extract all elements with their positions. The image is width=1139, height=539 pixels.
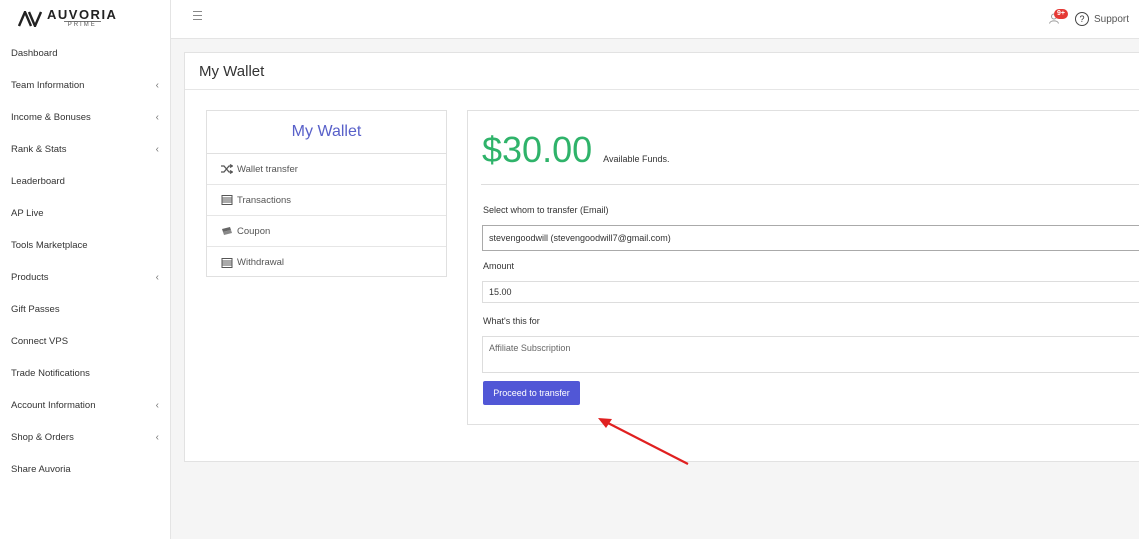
transfer-form: $30.00 Available Funds. Select whom to t… bbox=[467, 110, 1139, 425]
wallet-menu-title: My Wallet bbox=[207, 111, 446, 154]
sidebar-item-shop-orders[interactable]: Shop & Orders ‹ bbox=[0, 421, 171, 453]
sidebar-item-label: Rank & Stats bbox=[11, 143, 67, 155]
sidebar-item-gift-passes[interactable]: Gift Passes bbox=[0, 293, 171, 325]
brand-logo[interactable]: AUVORIA PRIME bbox=[18, 7, 118, 29]
sidebar-item-trade-notifications[interactable]: Trade Notifications bbox=[0, 357, 171, 389]
menu-item-label: Transactions bbox=[237, 194, 292, 206]
sidebar-item-label: Connect VPS bbox=[11, 335, 69, 347]
sidebar-item-leaderboard[interactable]: Leaderboard bbox=[0, 165, 171, 197]
notification-badge[interactable]: 9+ bbox=[1054, 9, 1068, 19]
amount-input[interactable]: 15.00 bbox=[482, 281, 1139, 303]
sidebar-item-label: Trade Notifications bbox=[11, 367, 90, 379]
brand-name: AUVORIA bbox=[47, 7, 118, 22]
menu-item-wallet-transfer[interactable]: Wallet transfer bbox=[207, 154, 446, 185]
sidebar-item-connect-vps[interactable]: Connect VPS bbox=[0, 325, 171, 357]
balance-display: $30.00 Available Funds. bbox=[482, 129, 669, 171]
coupon-icon bbox=[222, 227, 232, 235]
sidebar-item-label: Tools Marketplace bbox=[11, 239, 88, 251]
chevron-left-icon: ‹ bbox=[155, 143, 159, 155]
sidebar-item-dashboard[interactable]: Dashboard bbox=[0, 37, 171, 69]
support-label: Support bbox=[1094, 13, 1130, 25]
wallet-card: My Wallet My Wallet Wallet transfer Tran… bbox=[184, 52, 1139, 462]
brand-logo-icon bbox=[18, 11, 42, 27]
menu-item-label: Wallet transfer bbox=[237, 163, 298, 175]
shuffle-icon bbox=[221, 164, 233, 174]
recipient-select[interactable]: stevengoodwill (stevengoodwill7@gmail.co… bbox=[482, 225, 1139, 251]
divider bbox=[481, 184, 1139, 185]
sidebar-item-share-auvoria[interactable]: Share Auvoria bbox=[0, 453, 171, 485]
balance-amount: $30.00 bbox=[482, 129, 593, 170]
wallet-menu: My Wallet Wallet transfer Transactions C… bbox=[206, 110, 447, 277]
menu-item-transactions[interactable]: Transactions bbox=[207, 185, 446, 216]
page-title: My Wallet bbox=[185, 53, 1139, 90]
top-bar: 9+ ? Support bbox=[171, 0, 1139, 39]
amount-label: Amount bbox=[483, 261, 515, 271]
sidebar-item-rank-stats[interactable]: Rank & Stats ‹ bbox=[0, 133, 171, 165]
proceed-to-transfer-button[interactable]: Proceed to transfer bbox=[483, 381, 580, 405]
sidebar-nav: Dashboard Team Information ‹ Income & Bon… bbox=[0, 37, 171, 485]
sidebar-item-label: AP Live bbox=[11, 207, 44, 219]
purpose-label: What's this for bbox=[483, 316, 540, 326]
annotation-arrow-icon bbox=[598, 418, 689, 465]
sidebar-item-label: Products bbox=[11, 271, 49, 283]
chevron-left-icon: ‹ bbox=[155, 111, 159, 123]
available-funds-label: Available Funds. bbox=[603, 154, 670, 164]
sidebar-item-label: Dashboard bbox=[11, 47, 58, 59]
menu-item-label: Coupon bbox=[237, 225, 271, 237]
sidebar-item-ap-live[interactable]: AP Live bbox=[0, 197, 171, 229]
list-icon bbox=[221, 195, 233, 205]
recipient-label: Select whom to transfer (Email) bbox=[483, 205, 609, 215]
chevron-left-icon: ‹ bbox=[155, 399, 159, 411]
list-icon bbox=[221, 257, 233, 268]
sidebar-item-tools-marketplace[interactable]: Tools Marketplace bbox=[0, 229, 171, 261]
sidebar-item-income-bonuses[interactable]: Income & Bonuses ‹ bbox=[0, 101, 171, 133]
sidebar: AUVORIA PRIME Dashboard Team Information… bbox=[0, 0, 171, 539]
sidebar-item-label: Shop & Orders bbox=[11, 431, 74, 443]
sidebar-item-products[interactable]: Products ‹ bbox=[0, 261, 171, 293]
help-circle-icon: ? bbox=[1075, 12, 1089, 26]
hamburger-menu-icon[interactable] bbox=[193, 11, 202, 20]
sidebar-item-label: Team Information bbox=[11, 79, 85, 91]
sidebar-item-team-information[interactable]: Team Information ‹ bbox=[0, 69, 171, 101]
chevron-left-icon: ‹ bbox=[155, 79, 159, 91]
brand-sub: PRIME bbox=[63, 21, 101, 29]
purpose-textarea[interactable]: Affiliate Subscription bbox=[482, 336, 1139, 373]
sidebar-item-label: Income & Bonuses bbox=[11, 111, 91, 123]
menu-item-coupon[interactable]: Coupon bbox=[207, 216, 446, 247]
sidebar-item-label: Account Information bbox=[11, 399, 96, 411]
sidebar-item-label: Share Auvoria bbox=[11, 463, 71, 475]
sidebar-item-account-information[interactable]: Account Information ‹ bbox=[0, 389, 171, 421]
support-link[interactable]: ? Support bbox=[1075, 12, 1129, 26]
chevron-left-icon: ‹ bbox=[155, 271, 159, 283]
sidebar-item-label: Gift Passes bbox=[11, 303, 60, 315]
menu-item-label: Withdrawal bbox=[237, 257, 284, 268]
sidebar-item-label: Leaderboard bbox=[11, 175, 65, 187]
chevron-left-icon: ‹ bbox=[155, 431, 159, 443]
menu-item-withdrawal[interactable]: Withdrawal bbox=[207, 247, 446, 278]
